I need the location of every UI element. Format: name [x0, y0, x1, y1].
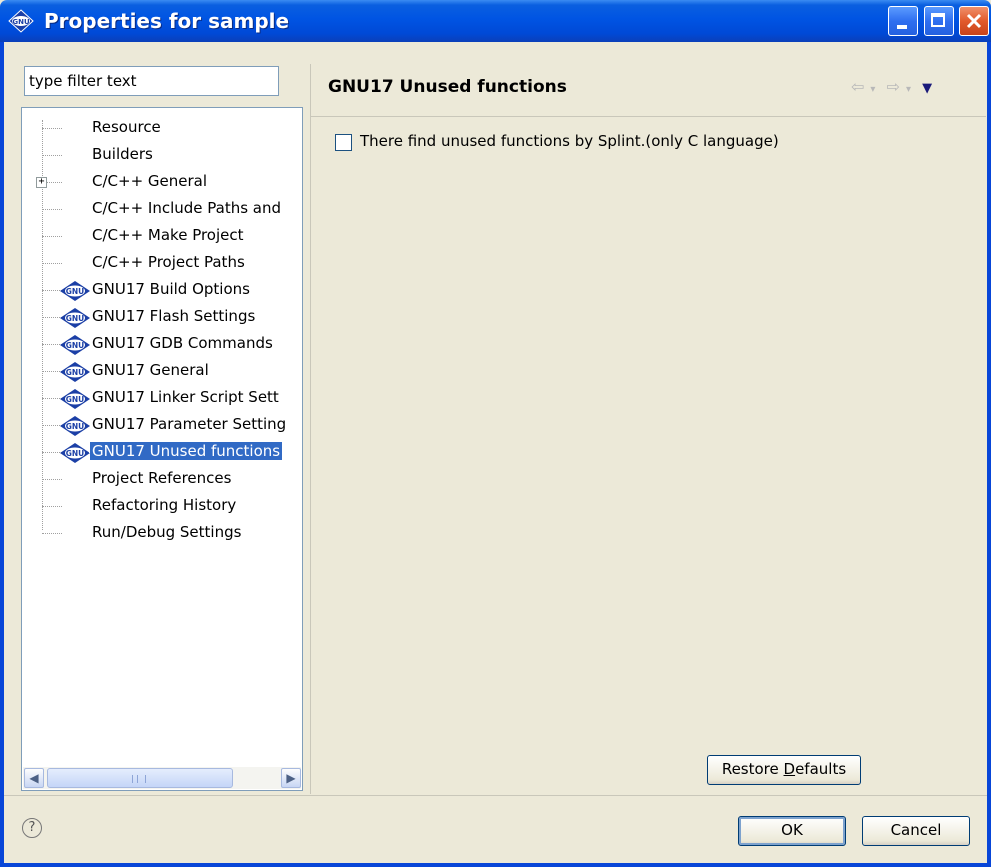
svg-text:GNU: GNU [66, 422, 85, 431]
tree-item[interactable]: Resource [22, 115, 302, 142]
tree-item[interactable]: Builders [22, 142, 302, 169]
scroll-left-button[interactable]: ◀ [24, 768, 44, 788]
svg-text:GNU: GNU [66, 341, 85, 350]
forward-dropdown-icon[interactable]: ▾ [906, 84, 911, 95]
tree-connector [42, 371, 62, 372]
find-unused-label[interactable]: There find unused functions by Splint.(o… [360, 132, 779, 150]
tree-connector [42, 425, 62, 426]
svg-text:GNU: GNU [66, 368, 85, 377]
tree-item[interactable]: GNU GNU17 GDB Commands [22, 331, 302, 358]
gnu-icon: GNU [60, 389, 90, 409]
tree-item[interactable]: Refactoring History [22, 493, 302, 520]
back-dropdown-icon[interactable]: ▾ [870, 84, 875, 95]
tree-item-label: GNU17 Build Options [92, 280, 250, 298]
restore-defaults-button[interactable]: Restore Defaults [707, 755, 861, 785]
tree-item[interactable]: C/C++ Project Paths [22, 250, 302, 277]
tree-connector [42, 236, 62, 237]
maximize-button[interactable] [924, 6, 954, 36]
tree-connector [42, 344, 62, 345]
tree-item[interactable]: C/C++ Include Paths and [22, 196, 302, 223]
title-bar[interactable]: GNU Properties for sample [0, 0, 991, 42]
gnu-icon: GNU [60, 416, 90, 436]
scroll-right-button[interactable]: ▶ [281, 768, 301, 788]
tree-item[interactable]: GNU GNU17 Unused functions [22, 439, 302, 466]
tree-item-label: Run/Debug Settings [92, 523, 242, 541]
window-frame-right [987, 42, 991, 867]
tree-item-label: C/C++ Include Paths and [92, 199, 282, 217]
close-button[interactable] [959, 6, 989, 36]
gnu-icon: GNU [60, 335, 90, 355]
back-arrow-icon[interactable]: ⇦ [851, 77, 864, 96]
tree-connector [42, 290, 62, 291]
filter-input[interactable] [24, 66, 279, 96]
svg-text:GNU: GNU [66, 287, 85, 296]
tree-item[interactable]: GNU GNU17 Build Options [22, 277, 302, 304]
window-frame-bottom [0, 863, 991, 867]
title-separator [311, 116, 986, 117]
tree-item[interactable]: Run/Debug Settings [22, 520, 302, 547]
tree-connector [42, 155, 62, 156]
scroll-thumb[interactable] [47, 768, 233, 788]
view-menu-icon[interactable]: ▼ [922, 81, 932, 96]
tree-item-label: GNU17 Linker Script Sett [92, 388, 279, 406]
minimize-button[interactable] [888, 6, 918, 36]
tree-connector [42, 317, 62, 318]
tree-item[interactable]: GNU GNU17 Flash Settings [22, 304, 302, 331]
window-title: Properties for sample [44, 9, 290, 33]
gnu-icon: GNU [60, 308, 90, 328]
gnu-icon: GNU [60, 281, 90, 301]
tree-connector [42, 398, 62, 399]
ok-button[interactable]: OK [738, 816, 846, 846]
tree-item-label: GNU17 Flash Settings [92, 307, 256, 325]
tree-item-label: GNU17 Unused functions [88, 441, 284, 461]
tree-item-label: C/C++ Make Project [92, 226, 244, 244]
tree-connector [42, 209, 62, 210]
tree-item-label: Refactoring History [92, 496, 237, 514]
page-title: GNU17 Unused functions [328, 77, 567, 97]
tree-item[interactable]: GNU GNU17 General [22, 358, 302, 385]
forward-arrow-icon[interactable]: ⇨ [887, 77, 900, 96]
properties-dialog: GNU Properties for sample Resource Builde… [0, 0, 991, 867]
tree-item-label: GNU17 General [92, 361, 209, 379]
gnu-icon: GNU [60, 362, 90, 382]
mnemonic: D [783, 760, 796, 778]
tree-item-label: GNU17 Parameter Setting [92, 415, 287, 433]
svg-text:GNU: GNU [66, 449, 85, 458]
help-icon[interactable]: ? [22, 818, 42, 838]
expand-icon[interactable]: + [36, 177, 47, 188]
tree-connector [42, 263, 62, 264]
tree-item[interactable]: + C/C++ General [22, 169, 302, 196]
tree-item[interactable]: C/C++ Make Project [22, 223, 302, 250]
footer-separator [4, 795, 987, 796]
tree-item-label: C/C++ Project Paths [92, 253, 245, 271]
grip-icon [132, 775, 146, 783]
tree-item-label: Resource [92, 118, 161, 136]
gnu-icon: GNU [60, 443, 90, 463]
svg-text:GNU: GNU [66, 395, 85, 404]
close-icon [966, 13, 982, 29]
tree-connector [42, 533, 62, 534]
tree-item[interactable]: GNU GNU17 Parameter Setting [22, 412, 302, 439]
tree-item-label: Builders [92, 145, 153, 163]
tree-connector [42, 128, 62, 129]
property-tree[interactable]: Resource Builders + C/C++ General C/C++ Incl… [21, 107, 303, 791]
tree-item[interactable]: Project References [22, 466, 302, 493]
tree-item-label: GNU17 GDB Commands [92, 334, 273, 352]
tree-connector [42, 506, 62, 507]
tree-connector [42, 452, 62, 453]
tree-connector [42, 479, 62, 480]
svg-text:GNU: GNU [12, 18, 30, 26]
svg-text:GNU: GNU [66, 314, 85, 323]
tree-item[interactable]: GNU GNU17 Linker Script Sett [22, 385, 302, 412]
page-navigation: ⇦ ▾ ⇨ ▾ ▼ [851, 77, 938, 96]
horizontal-scrollbar[interactable]: ◀ ▶ [23, 767, 301, 789]
tree-item-label: C/C++ General [92, 172, 208, 190]
page-area: GNU17 Unused functions ⇦ ▾ ⇨ ▾ ▼ There fin… [310, 64, 986, 794]
cancel-button[interactable]: Cancel [862, 816, 970, 846]
gnu-app-icon: GNU [8, 9, 34, 33]
window-frame-left [0, 42, 4, 867]
find-unused-checkbox[interactable] [335, 134, 352, 151]
tree-item-label: Project References [92, 469, 232, 487]
